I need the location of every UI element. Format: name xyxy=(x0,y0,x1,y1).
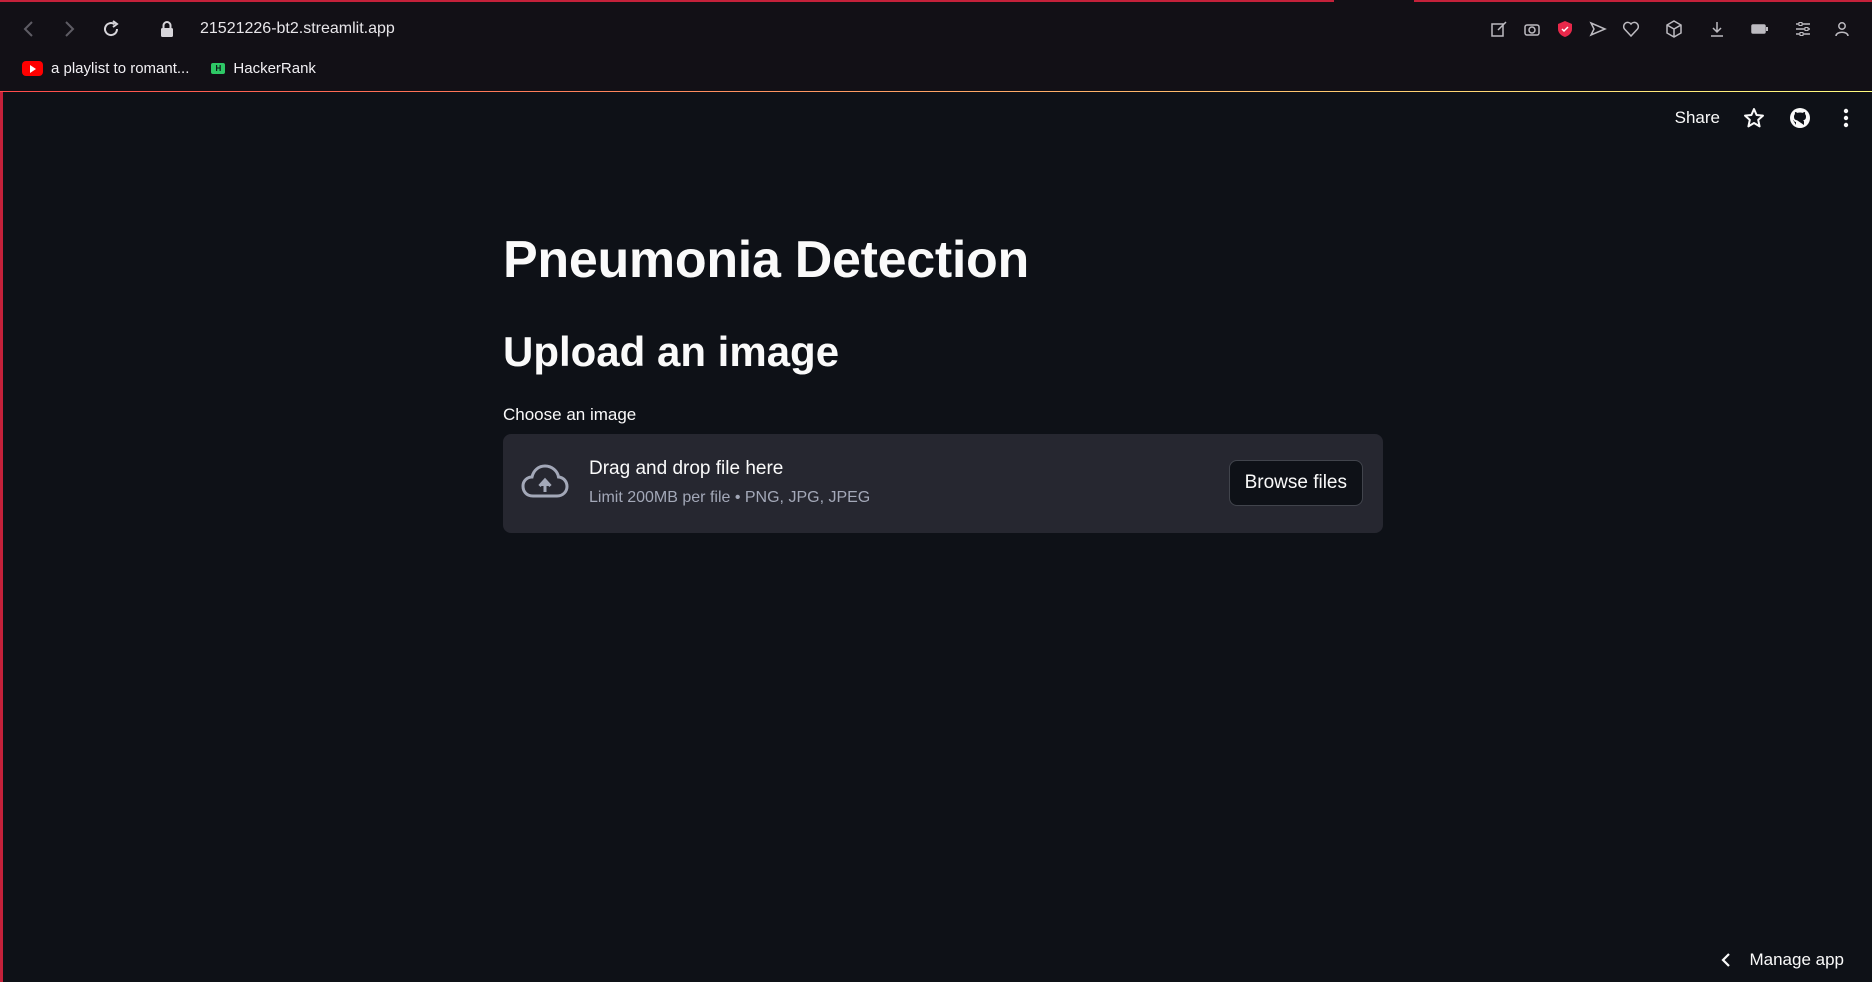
reload-icon xyxy=(104,20,119,37)
bookmark-label: HackerRank xyxy=(233,60,316,77)
reload-button[interactable] xyxy=(96,14,126,44)
chevron-right-icon xyxy=(65,21,75,37)
manage-app-button[interactable]: Manage app xyxy=(1721,950,1844,970)
github-icon[interactable] xyxy=(1788,106,1812,130)
manage-app-label: Manage app xyxy=(1749,950,1844,969)
main-content: Pneumonia Detection Upload an image Choo… xyxy=(503,231,1383,534)
app-toolbar: Share xyxy=(1675,106,1858,130)
youtube-icon xyxy=(22,61,43,76)
drop-title: Drag and drop file here xyxy=(589,458,784,480)
back-button[interactable] xyxy=(14,14,44,44)
hackerrank-icon: H xyxy=(211,63,226,74)
sliders-icon[interactable] xyxy=(1790,14,1815,44)
uploader-label: Choose an image xyxy=(503,405,637,425)
bookmark-youtube-playlist[interactable]: a playlist to romant... xyxy=(22,60,189,77)
battery-icon[interactable] xyxy=(1747,14,1772,44)
cube-icon[interactable] xyxy=(1661,14,1686,44)
lock-icon xyxy=(161,21,173,37)
tab-gap xyxy=(1334,0,1414,4)
file-limit-text: Limit 200MB per file • PNG, JPG, JPEG xyxy=(589,489,871,507)
bookmark-hackerrank[interactable]: H HackerRank xyxy=(211,60,316,77)
chevron-left-icon xyxy=(23,21,33,37)
download-icon[interactable] xyxy=(1704,14,1729,44)
share-button[interactable]: Share xyxy=(1675,108,1720,128)
chevron-left-icon xyxy=(1721,953,1731,967)
user-icon[interactable] xyxy=(1829,14,1854,44)
page-title: Pneumonia Detection xyxy=(503,231,1029,289)
dropzone-instructions: Drag and drop file here Limit 200MB per … xyxy=(589,458,870,507)
address-bar[interactable]: 21521226-bt2.streamlit.app xyxy=(200,20,395,38)
section-heading: Upload an image xyxy=(503,328,840,376)
heart-icon[interactable] xyxy=(1618,14,1643,44)
forward-button[interactable] xyxy=(54,14,84,44)
browser-chrome: 21521226-bt2.streamlit.app a playlist to… xyxy=(0,0,1872,94)
star-icon[interactable] xyxy=(1742,106,1766,130)
camera-icon[interactable] xyxy=(1519,14,1544,44)
edit-icon[interactable] xyxy=(1486,14,1511,44)
cloud-upload-icon xyxy=(521,464,569,498)
send-icon[interactable] xyxy=(1585,14,1610,44)
streamlit-app: Share Pneumonia Detection Upload an imag… xyxy=(0,92,1872,982)
browser-toolbar xyxy=(1486,14,1854,44)
more-menu-icon[interactable] xyxy=(1834,106,1858,130)
browse-files-button[interactable]: Browse files xyxy=(1228,460,1363,507)
file-dropzone[interactable]: Drag and drop file here Limit 200MB per … xyxy=(503,434,1383,534)
bookmarks-bar: a playlist to romant... H HackerRank xyxy=(22,60,316,77)
bookmark-label: a playlist to romant... xyxy=(51,60,190,77)
navigation-row: 21521226-bt2.streamlit.app xyxy=(0,14,1872,44)
shield-icon[interactable] xyxy=(1552,14,1577,44)
